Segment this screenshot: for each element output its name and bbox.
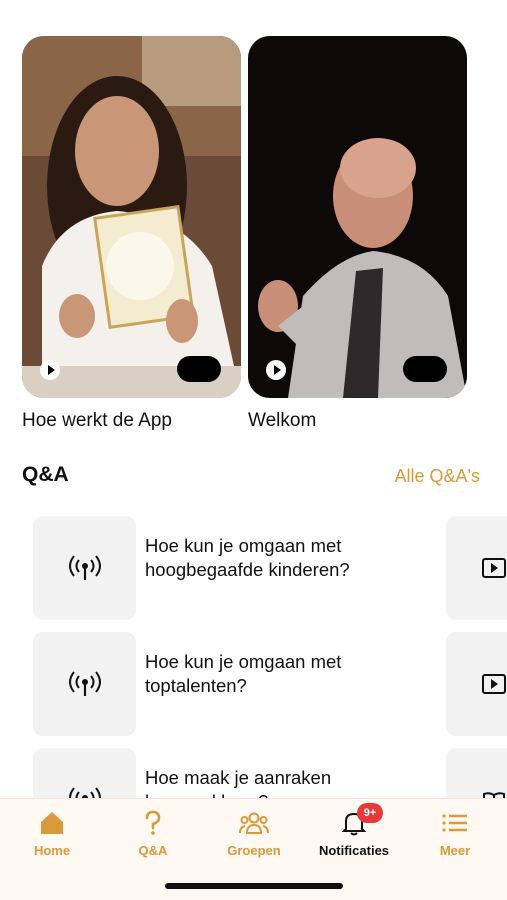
video-thumbnail-woman bbox=[22, 36, 241, 398]
qa-question: Hoe kun je omgaan met toptalenten? bbox=[145, 651, 342, 696]
home-icon bbox=[41, 812, 63, 834]
play-icon bbox=[482, 558, 506, 578]
home-indicator bbox=[165, 883, 343, 889]
tab-home-label: Home bbox=[33, 843, 71, 858]
qa-next-item[interactable] bbox=[446, 516, 507, 620]
qa-question: Hoe kun je omgaan met hoogbegaafde kinde… bbox=[145, 535, 350, 580]
question-icon bbox=[145, 810, 161, 835]
tab-notificaties[interactable]: 9+ Notificaties bbox=[309, 803, 399, 858]
tab-meer[interactable]: Meer bbox=[410, 809, 500, 858]
qa-list-item[interactable]: Hoe kun je omgaan met hoogbegaafde kinde… bbox=[33, 516, 507, 620]
video-title[interactable]: Hoe werkt de App bbox=[22, 410, 172, 432]
broadcast-icon bbox=[68, 555, 101, 580]
tab-meer-label: Meer bbox=[439, 843, 471, 858]
play-icon bbox=[482, 674, 506, 694]
groups-icon bbox=[239, 812, 269, 834]
all-qa-link[interactable]: Alle Q&A's bbox=[395, 466, 480, 487]
video-thumbnail-speaker bbox=[248, 36, 467, 398]
qa-next-item[interactable] bbox=[446, 632, 507, 736]
tab-groepen-label: Groepen bbox=[227, 843, 281, 858]
qa-thumbnail bbox=[33, 632, 136, 736]
duration-badge bbox=[177, 356, 221, 382]
menu-icon bbox=[442, 814, 467, 832]
duration-badge bbox=[403, 356, 447, 382]
video-title[interactable]: Welkom bbox=[248, 410, 316, 432]
qa-list-item[interactable]: Hoe kun je omgaan met toptalenten? bbox=[33, 632, 507, 736]
qa-thumbnail bbox=[33, 516, 136, 620]
broadcast-icon bbox=[68, 671, 101, 696]
tab-qa-label: Q&A bbox=[138, 843, 168, 858]
video-card-welkom[interactable] bbox=[248, 36, 467, 398]
qa-section-title: Q&A bbox=[22, 463, 69, 486]
tab-groepen[interactable]: Groepen bbox=[209, 809, 299, 858]
video-card-hoe-werkt[interactable] bbox=[22, 36, 241, 398]
tab-home[interactable]: Home bbox=[7, 809, 97, 858]
play-icon bbox=[40, 360, 60, 380]
notification-badge: 9+ bbox=[357, 803, 383, 823]
tab-qa[interactable]: Q&A bbox=[108, 809, 198, 858]
play-icon bbox=[266, 360, 286, 380]
tab-notificaties-label: Notificaties bbox=[318, 843, 390, 858]
